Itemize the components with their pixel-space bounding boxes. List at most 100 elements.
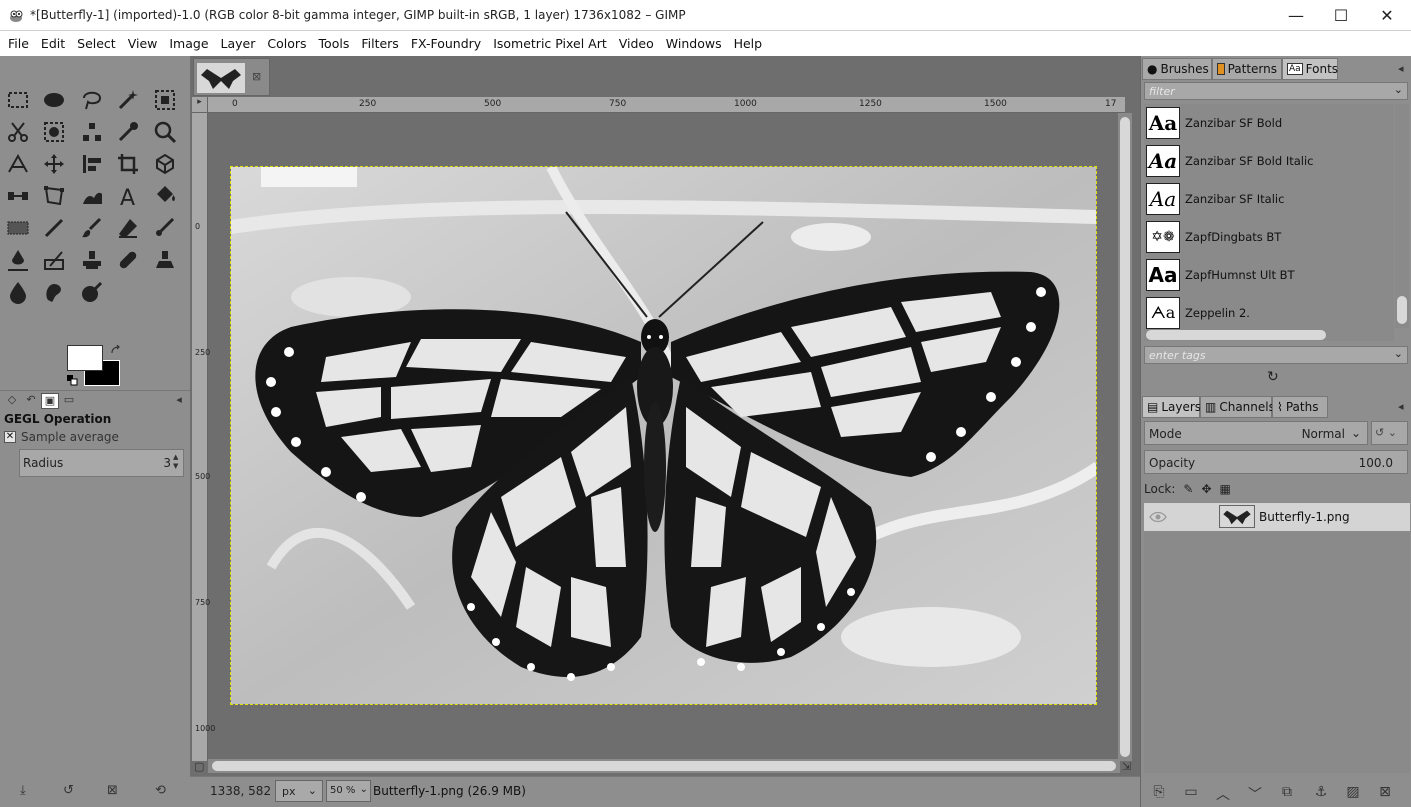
font-item[interactable]: Aa Zanzibar SF Italic (1144, 180, 1394, 218)
layer-row[interactable]: Butterfly-1.png (1144, 503, 1410, 531)
minimize-button[interactable]: — (1273, 0, 1319, 31)
free-select-icon[interactable] (78, 86, 106, 114)
unit-selector[interactable]: px ⌄ (275, 780, 323, 802)
vertical-scroll-thumb[interactable] (1120, 117, 1130, 757)
smudge-finger-icon[interactable] (40, 278, 68, 306)
tab-fonts[interactable]: Aa Fonts (1282, 58, 1338, 80)
fuzzy-select-icon[interactable] (114, 86, 142, 114)
select-by-color-icon[interactable] (151, 86, 179, 114)
radius-spinner[interactable]: Radius 3 ▲ ▼ (19, 449, 184, 477)
menu-layer[interactable]: Layer (215, 31, 262, 56)
tool-options-tab-icon[interactable]: ◇ (3, 393, 21, 409)
font-list-scroll-thumb[interactable] (1397, 296, 1407, 324)
blur-icon[interactable] (4, 278, 32, 306)
device-status-tab-icon[interactable]: ▭ (60, 393, 78, 409)
font-item[interactable]: ✡❁ ZapfDingbats BT (1144, 218, 1394, 256)
swap-colors-icon[interactable] (110, 345, 122, 357)
default-colors-icon[interactable] (67, 375, 79, 387)
cage-transform-icon[interactable] (40, 182, 68, 210)
rect-select-icon[interactable] (4, 86, 32, 114)
dodge-burn-icon[interactable] (78, 278, 106, 306)
new-layer-group-icon[interactable]: ▭ (1181, 784, 1201, 804)
lower-layer-icon[interactable]: ﹀ (1245, 784, 1265, 804)
menu-select[interactable]: Select (71, 31, 122, 56)
menu-image[interactable]: Image (163, 31, 214, 56)
tab-paths[interactable]: ⌇ Paths (1272, 396, 1328, 418)
opacity-value[interactable]: 100.0 (1359, 456, 1393, 470)
smudge-icon[interactable] (78, 182, 106, 210)
tab-channels[interactable]: ▥ Channels (1200, 396, 1275, 418)
ink-icon[interactable] (4, 246, 32, 274)
font-list-hscroll-thumb[interactable] (1146, 330, 1326, 340)
fg-bg-colors[interactable] (67, 345, 123, 389)
zoom-selector[interactable]: 50 % ⌄ (326, 780, 371, 802)
menu-windows[interactable]: Windows (660, 31, 728, 56)
tab-layers[interactable]: ▤ Layers (1142, 396, 1201, 418)
warp-transform-icon[interactable] (4, 182, 32, 210)
mypaint-brush-icon[interactable] (40, 246, 68, 274)
images-tab-icon[interactable]: ▣ (41, 393, 59, 409)
layer-mask-icon[interactable]: ▨ (1343, 784, 1363, 804)
image-canvas[interactable] (230, 166, 1097, 705)
eye-icon[interactable] (1149, 509, 1167, 525)
opacity-spinner[interactable]: Opacity 100.0 (1144, 450, 1408, 474)
heal-icon[interactable] (114, 246, 142, 274)
menu-filters[interactable]: Filters (355, 31, 404, 56)
menu-file[interactable]: File (2, 31, 35, 56)
font-item[interactable]: Aa Zanzibar SF Bold (1144, 104, 1394, 142)
measure-icon[interactable] (4, 150, 32, 178)
reset-tool-options-icon[interactable]: ⟲ (155, 783, 166, 798)
tab-brushes[interactable]: ● Brushes (1142, 58, 1212, 80)
pencil-icon[interactable] (40, 214, 68, 242)
clone-icon[interactable] (78, 246, 106, 274)
menu-edit[interactable]: Edit (35, 31, 71, 56)
foreground-select-icon[interactable] (40, 118, 68, 146)
paths-tool-icon[interactable] (78, 118, 106, 146)
paintbrush-icon[interactable] (78, 214, 106, 242)
sample-average-row[interactable]: ✕ Sample average (4, 430, 119, 444)
panel-menu-icon[interactable]: ◂ (1398, 400, 1404, 413)
anchor-layer-icon[interactable]: ⚓ (1311, 784, 1331, 804)
sample-average-checkbox[interactable]: ✕ (4, 431, 16, 443)
delete-tool-preset-icon[interactable]: ⊠ (107, 783, 118, 798)
menu-view[interactable]: View (122, 31, 164, 56)
lock-alpha-icon[interactable]: ▦ (1220, 482, 1231, 496)
foreground-color-swatch[interactable] (67, 345, 103, 371)
image-tab[interactable]: ⊠ (193, 58, 270, 96)
font-item[interactable]: Aa ZapfHumnst Ult BT (1144, 256, 1394, 294)
horizontal-ruler[interactable]: 0 250 500 750 1000 1250 1500 17 (208, 97, 1125, 113)
raise-layer-icon[interactable]: ︿ (1213, 784, 1233, 804)
radius-value[interactable]: 3 (163, 456, 171, 470)
ellipse-select-icon[interactable] (40, 86, 68, 114)
eraser-icon[interactable] (114, 214, 142, 242)
perspective-clone-icon[interactable] (151, 246, 179, 274)
menu-help[interactable]: Help (728, 31, 769, 56)
vertical-scrollbar[interactable] (1118, 113, 1132, 761)
airbrush-icon[interactable] (151, 214, 179, 242)
duplicate-layer-icon[interactable]: ⧉ (1277, 784, 1297, 804)
maximize-button[interactable]: ☐ (1318, 0, 1364, 31)
font-filter-input[interactable]: filter ⌄ (1144, 82, 1408, 100)
text-tool-icon[interactable]: A (114, 182, 142, 210)
undo-history-tab-icon[interactable]: ↶ (22, 393, 40, 409)
spin-arrows-icon[interactable]: ▲ ▼ (173, 453, 181, 473)
save-tool-preset-icon[interactable]: ⤓ (20, 783, 26, 798)
ruler-corner[interactable]: ▸ (192, 97, 208, 113)
font-item[interactable]: ᗅa Zeppelin 2. (1144, 294, 1394, 332)
refresh-icon[interactable]: ↻ (1267, 369, 1283, 385)
vertical-ruler[interactable]: 0 250 500 750 1000 (192, 113, 215, 761)
unified-transform-icon[interactable] (151, 150, 179, 178)
crop-icon[interactable] (114, 150, 142, 178)
tab-patterns[interactable]: Patterns (1212, 58, 1282, 80)
lock-position-icon[interactable]: ✥ (1201, 482, 1211, 496)
menu-colors[interactable]: Colors (261, 31, 312, 56)
gradient-icon[interactable] (4, 214, 32, 242)
lock-pixels-icon[interactable]: ✎ (1183, 482, 1193, 496)
horizontal-scroll-thumb[interactable] (212, 761, 1116, 771)
panel-menu-icon[interactable]: ◂ (1398, 62, 1404, 75)
menu-isometric-pixel-art[interactable]: Isometric Pixel Art (487, 31, 613, 56)
delete-layer-icon[interactable]: ⊠ (1375, 784, 1395, 804)
quick-mask-icon[interactable]: ▢ (194, 760, 204, 773)
zoom-icon[interactable] (151, 118, 179, 146)
image-tab-close-icon[interactable]: ⊠ (252, 70, 261, 83)
